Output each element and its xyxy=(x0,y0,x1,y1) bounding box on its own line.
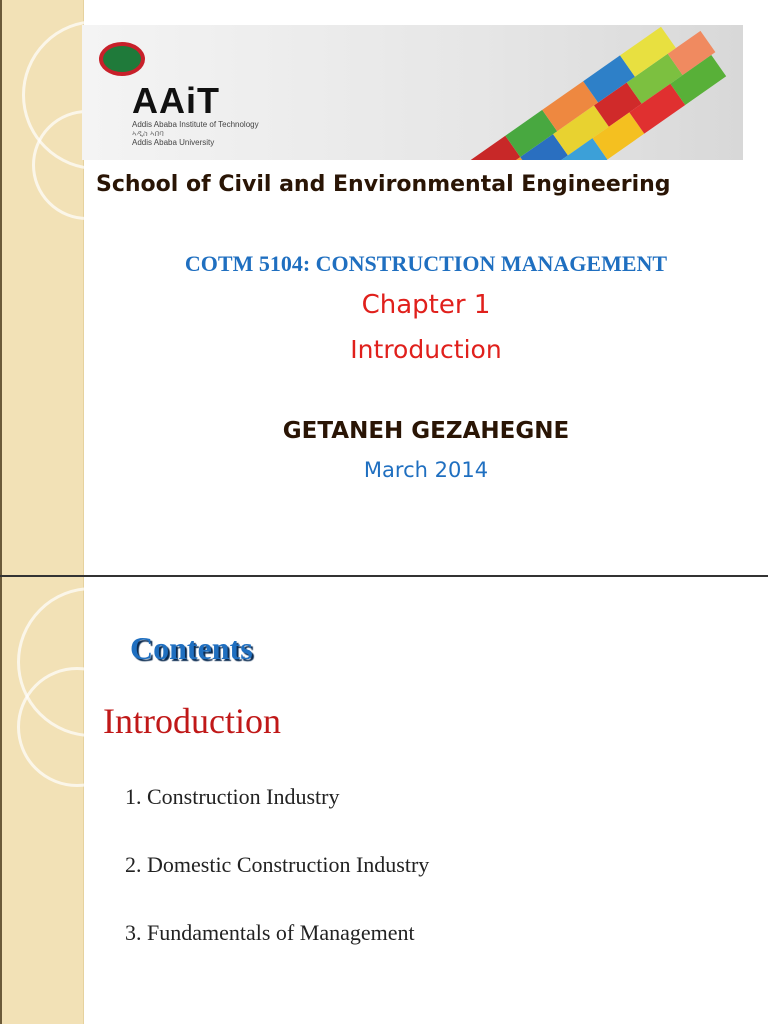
list-item: 1. Construction Industry xyxy=(125,784,340,809)
contents-heading: Contents xyxy=(130,630,253,666)
chapter-title: Introduction xyxy=(350,335,502,364)
lego-bricks-image xyxy=(464,26,727,160)
decorative-strip xyxy=(0,577,167,1024)
contents-slide: Contents Introduction 1. Construction In… xyxy=(0,577,768,1024)
aait-logo: AAiT xyxy=(132,80,220,121)
section-title: Introduction xyxy=(103,701,281,741)
university-seal-icon xyxy=(99,42,145,76)
author-name: GETANEH GEZAHEGNE xyxy=(282,418,570,444)
list-item: 2. Domestic Construction Industry xyxy=(125,852,430,877)
banner-image: AAiT Addis Ababa Institute of Technology… xyxy=(82,25,743,160)
course-title: COTM 5104: CONSTRUCTION MANAGEMENT xyxy=(184,251,668,276)
decorative-strip xyxy=(0,0,172,575)
presentation-date: March 2014 xyxy=(363,458,489,482)
logo-subtitle: Addis Ababa Institute of Technology ኣዲስ ኣ… xyxy=(132,120,259,147)
chapter-number: Chapter 1 xyxy=(361,290,491,320)
school-name: School of Civil and Environmental Engine… xyxy=(96,172,671,197)
title-slide: AAiT Addis Ababa Institute of Technology… xyxy=(0,0,768,575)
list-item: 3. Fundamentals of Management xyxy=(125,920,415,945)
